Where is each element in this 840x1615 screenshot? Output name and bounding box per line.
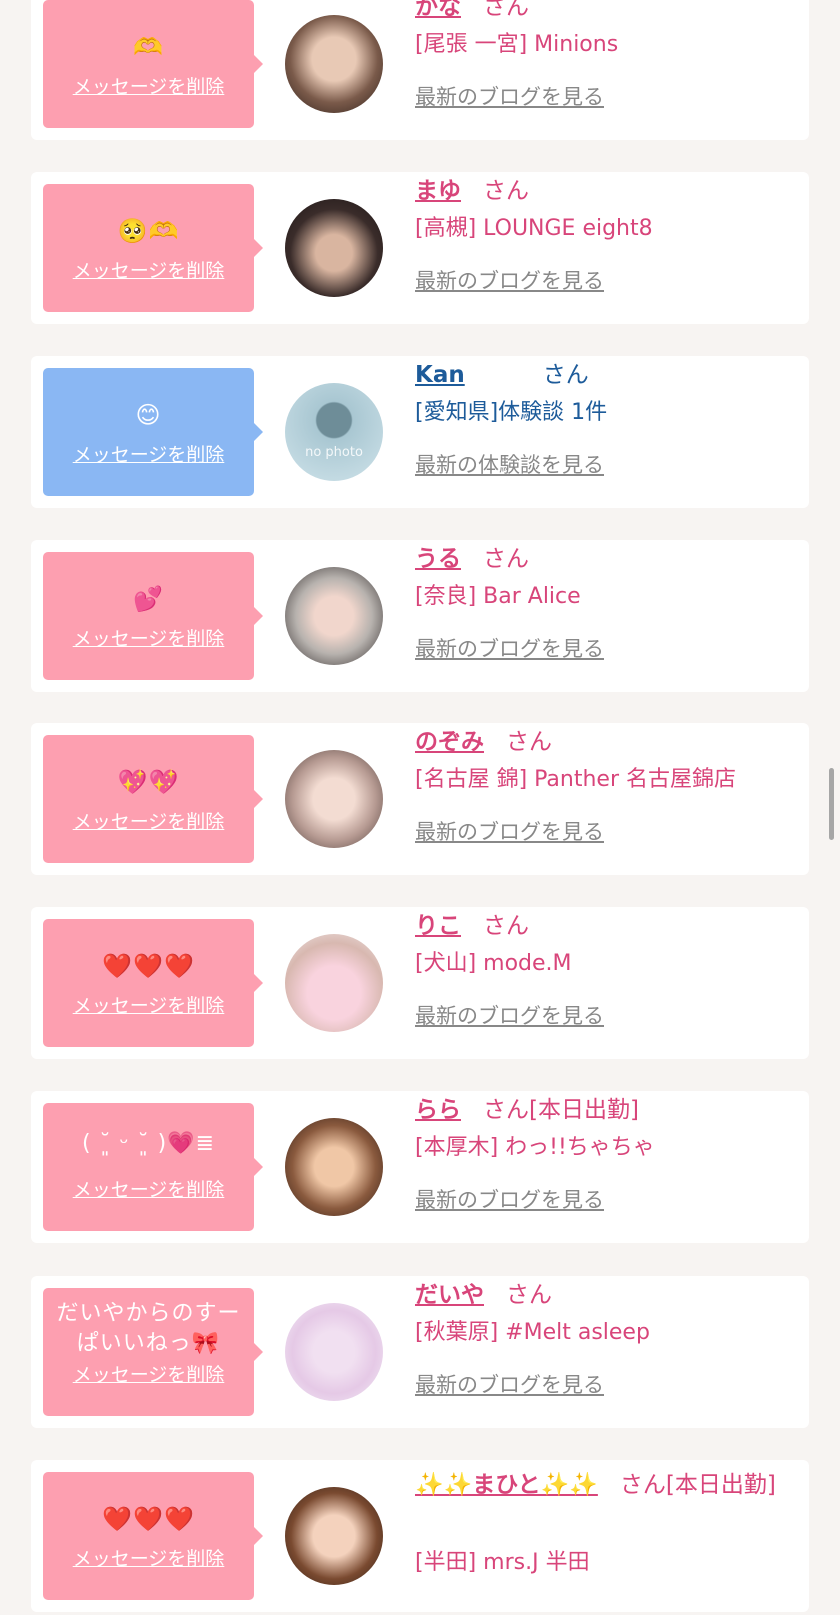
delete-message-link[interactable]: メッセージを削除 (43, 1360, 254, 1387)
sender-name-line: のぞみ さん (415, 727, 552, 757)
honorific-label: さん (483, 1097, 529, 1123)
delete-message-link[interactable]: メッセージを削除 (43, 807, 254, 834)
avatar[interactable] (285, 934, 383, 1032)
message-text: だいやからのすーぱいいねっ🎀 (56, 1301, 241, 1356)
latest-blog-link[interactable]: 最新のブログを見る (415, 816, 604, 846)
shop-label: [秋葉原] #Melt asleep (415, 1320, 650, 1345)
honorific-label: さん (506, 1282, 552, 1308)
shop-label: [愛知県]体験談 1件 (415, 400, 608, 425)
sender-name-line: かな さん (415, 0, 529, 22)
message-text: 🥺🫶 (117, 217, 180, 245)
status-badge: [本日出勤] (529, 1097, 639, 1123)
avatar[interactable] (285, 750, 383, 848)
sender-name-link[interactable]: かな (415, 0, 461, 20)
sender-name-line: ✨✨まひと✨✨ さん[本日出勤] (415, 1464, 785, 1506)
honorific-label: さん (483, 0, 529, 20)
message-bubble: ( ˘͈ ᵕ ˘͈ )💗≣ メッセージを削除 (43, 1103, 263, 1231)
message-bubble: 💖💖 メッセージを削除 (43, 735, 263, 863)
sender-name-line: だいや さん (415, 1280, 552, 1310)
honorific-label: さん (542, 362, 589, 388)
message-card: だいやからのすーぱいいねっ🎀 メッセージを削除 だいや さん [秋葉原] #Melt a… (31, 1276, 809, 1428)
message-text: 💕 (133, 585, 164, 613)
sender-name-line: Kan さん (415, 360, 589, 390)
delete-message-link[interactable]: メッセージを削除 (43, 1175, 254, 1202)
sender-name-link[interactable]: だいや (415, 1282, 484, 1308)
delete-message-link[interactable]: メッセージを削除 (43, 624, 254, 651)
sender-name-link[interactable]: うる (415, 546, 461, 572)
sender-name-line: まゆ さん (415, 176, 529, 206)
honorific-label: さん (483, 178, 529, 204)
delete-message-link[interactable]: メッセージを削除 (43, 991, 254, 1018)
honorific-label: さん (483, 546, 529, 572)
message-bubble: 😊 メッセージを削除 (43, 368, 263, 496)
avatar[interactable] (285, 567, 383, 665)
delete-message-link[interactable]: メッセージを削除 (43, 256, 254, 283)
latest-blog-link[interactable]: 最新のブログを見る (415, 265, 604, 295)
message-card: ❤️❤️❤️ メッセージを削除 ✨✨まひと✨✨ さん[本日出勤] [半田] mrs.J … (31, 1460, 809, 1612)
message-bubble: 🥺🫶 メッセージを削除 (43, 184, 263, 312)
message-text: 😊 (135, 401, 162, 429)
message-text: ❤️❤️❤️ (102, 952, 195, 980)
shop-label: [犬山] mode.M (415, 951, 572, 976)
shop-label: [奈良] Bar Alice (415, 584, 581, 609)
message-card: 🥺🫶 メッセージを削除 まゆ さん [高槻] LOUNGE eight8 最新のブログを見… (31, 172, 809, 324)
latest-blog-link[interactable]: 最新の体験談を見る (415, 449, 604, 479)
shop-label: [名古屋 錦] Panther 名古屋錦店 (415, 767, 736, 792)
message-card: 💕 メッセージを削除 うる さん [奈良] Bar Alice 最新のブログを見る (31, 540, 809, 692)
message-card: 💖💖 メッセージを削除 のぞみ さん [名古屋 錦] Panther 名古屋錦店最新のブ… (31, 723, 809, 875)
message-bubble: 🫶 メッセージを削除 (43, 0, 263, 128)
message-text: ❤️❤️❤️ (102, 1505, 195, 1533)
shop-label: [本厚木] わっ!!ちゃちゃ (415, 1135, 655, 1160)
latest-blog-link[interactable]: 最新のブログを見る (415, 1369, 604, 1399)
avatar[interactable]: no photo (285, 383, 383, 481)
honorific-label: さん (483, 913, 529, 939)
message-text: 🫶 (133, 33, 164, 61)
delete-message-link[interactable]: メッセージを削除 (43, 72, 254, 99)
message-text: ( ˘͈ ᵕ ˘͈ )💗≣ (81, 1131, 216, 1156)
avatar[interactable] (285, 1487, 383, 1585)
sender-name-line: りこ さん (415, 911, 529, 941)
latest-blog-link[interactable]: 最新のブログを見る (415, 81, 604, 111)
avatar[interactable] (285, 1118, 383, 1216)
avatar[interactable] (285, 199, 383, 297)
shop-label: [半田] mrs.J 半田 (415, 1550, 590, 1575)
honorific-label: さん (506, 729, 552, 755)
avatar[interactable] (285, 1303, 383, 1401)
avatar[interactable] (285, 15, 383, 113)
message-card: 🫶 メッセージを削除 かな さん [尾張 一宮] Minions 最新のブログを見る (31, 0, 809, 140)
status-badge: [本日出勤] (665, 1472, 776, 1498)
scrollbar[interactable] (829, 768, 834, 840)
delete-message-link[interactable]: メッセージを削除 (43, 440, 254, 467)
latest-blog-link[interactable]: 最新のブログを見る (415, 1000, 604, 1030)
sender-name-line: うる さん (415, 544, 529, 574)
latest-blog-link[interactable]: 最新のブログを見る (415, 633, 604, 663)
sender-name-link[interactable]: ✨✨まひと✨✨ (415, 1472, 598, 1498)
message-bubble: ❤️❤️❤️ メッセージを削除 (43, 919, 263, 1047)
message-card: ( ˘͈ ᵕ ˘͈ )💗≣ メッセージを削除 らら さん[本日出勤] [本厚木] わっ!… (31, 1091, 809, 1243)
no-photo-label: no photo (305, 445, 363, 460)
sender-name-link[interactable]: まゆ (415, 178, 461, 204)
message-text: 💖💖 (117, 768, 180, 796)
shop-label: [尾張 一宮] Minions (415, 32, 619, 57)
message-bubble: 💕 メッセージを削除 (43, 552, 263, 680)
honorific-label: さん (619, 1472, 666, 1498)
message-card: ❤️❤️❤️ メッセージを削除 りこ さん [犬山] mode.M 最新のブログを見る (31, 907, 809, 1059)
sender-name-line: らら さん[本日出勤] (415, 1095, 639, 1125)
sender-name-link[interactable]: のぞみ (415, 729, 484, 755)
delete-message-link[interactable]: メッセージを削除 (43, 1544, 254, 1571)
message-bubble: だいやからのすーぱいいねっ🎀 メッセージを削除 (43, 1288, 263, 1416)
sender-name-link[interactable]: Kan (415, 362, 465, 388)
sender-name-link[interactable]: らら (415, 1097, 461, 1123)
message-bubble: ❤️❤️❤️ メッセージを削除 (43, 1472, 263, 1600)
latest-blog-link[interactable]: 最新のブログを見る (415, 1184, 604, 1214)
sender-name-link[interactable]: りこ (415, 913, 461, 939)
message-card: 😊 メッセージを削除 no photo Kan さん [愛知県]体験談 1件最新の体験談を… (31, 356, 809, 508)
shop-label: [高槻] LOUNGE eight8 (415, 216, 653, 241)
